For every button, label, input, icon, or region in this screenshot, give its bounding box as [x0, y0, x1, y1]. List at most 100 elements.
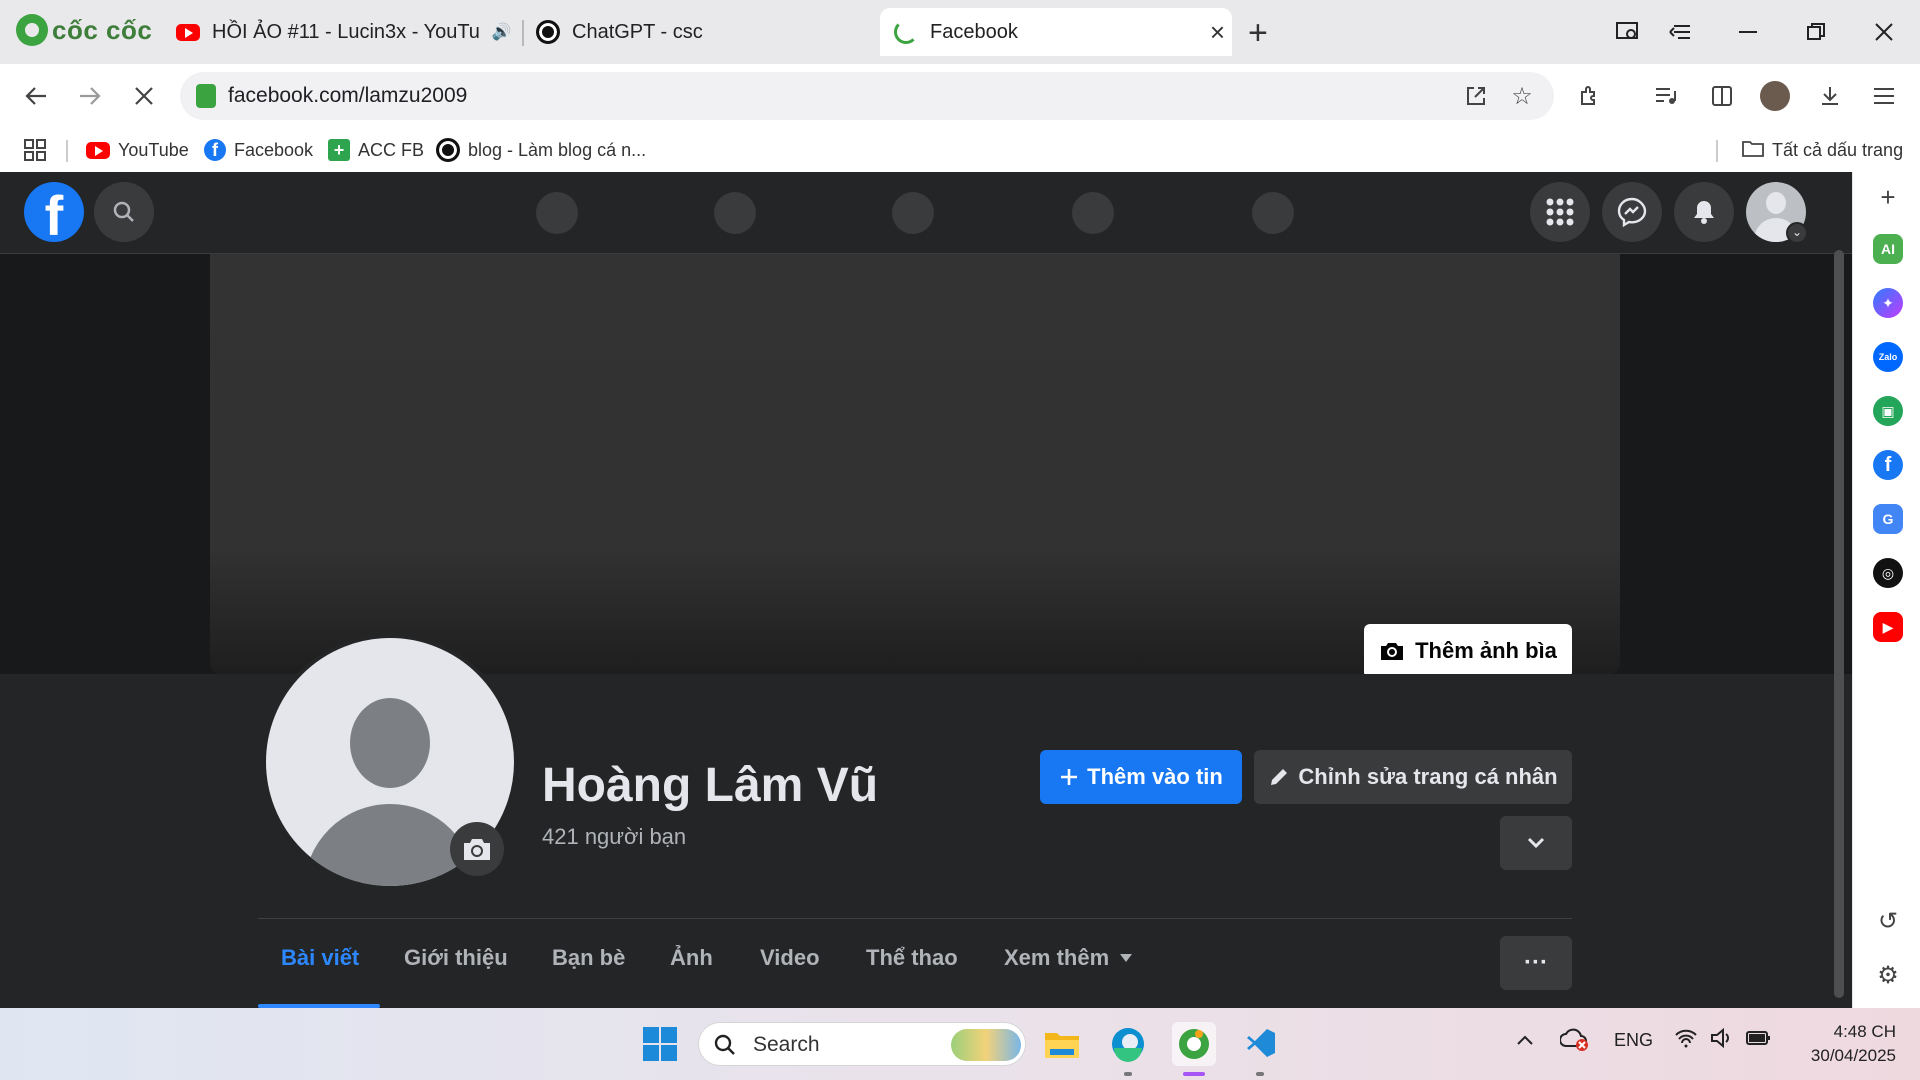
youtube-icon[interactable]: ▶	[1873, 612, 1903, 642]
pencil-icon	[1271, 769, 1288, 785]
input-language[interactable]: ENG	[1614, 1030, 1653, 1051]
profile-more-button[interactable]: ···	[1500, 936, 1572, 990]
chatgpt-icon[interactable]: ◎	[1873, 558, 1903, 588]
add-sidebar-icon[interactable]: +	[1873, 182, 1903, 212]
close-window-icon[interactable]	[1864, 12, 1904, 52]
zalo-icon[interactable]: Zalo	[1873, 342, 1903, 372]
minimize-icon[interactable]	[1728, 12, 1768, 52]
add-cover-photo-button[interactable]: Thêm ảnh bìa	[1364, 624, 1572, 678]
folder-icon	[1742, 139, 1764, 162]
menu-hamburger-icon[interactable]	[1864, 76, 1904, 116]
edge-browser-icon[interactable]	[1106, 1022, 1150, 1066]
address-bar[interactable]: facebook.com/lamzu2009 ☆	[180, 72, 1554, 120]
restore-icon[interactable]	[1796, 12, 1836, 52]
tab-title: ChatGPT - csc	[572, 20, 703, 43]
windows-start-icon[interactable]	[638, 1022, 682, 1066]
running-indicator	[1124, 1072, 1132, 1076]
tab-see-more[interactable]: Xem thêm	[1004, 936, 1133, 980]
facebook-logo-icon[interactable]: f	[24, 182, 84, 242]
nav-placeholder-icon[interactable]	[1252, 192, 1294, 234]
chatgpt-icon	[436, 138, 460, 162]
google-translate-icon[interactable]: G	[1873, 504, 1903, 534]
messenger-icon[interactable]: ✦	[1873, 288, 1903, 318]
tab-sports[interactable]: Thể thao	[866, 936, 958, 980]
screenshot-search-icon[interactable]	[1608, 12, 1648, 52]
browser-sidebar: + AI ✦ Zalo ▣ f G ◎ ▶ ↺ ⚙	[1852, 172, 1920, 1008]
bookmark-acc-fb[interactable]: + ACC FB	[328, 136, 424, 164]
back-arrow-icon[interactable]	[16, 76, 56, 116]
tab-videos[interactable]: Video	[760, 936, 820, 980]
running-indicator	[1256, 1072, 1264, 1076]
system-clock[interactable]: 4:48 CH 30/04/2025	[1796, 1020, 1896, 1068]
bookmark-blog[interactable]: blog - Làm blog cá n...	[436, 136, 646, 164]
speaker-icon[interactable]: 🔊	[492, 22, 512, 42]
browser-brand[interactable]: cốc cốc	[16, 14, 152, 46]
expand-profile-button[interactable]	[1500, 816, 1572, 870]
chevron-down-icon[interactable]: ⌄	[1786, 222, 1808, 244]
split-view-icon[interactable]	[1702, 76, 1742, 116]
update-profile-picture-button[interactable]	[450, 822, 504, 876]
tab-list-icon[interactable]	[1660, 12, 1700, 52]
active-app-indicator	[1183, 1072, 1205, 1076]
new-tab-button[interactable]: +	[1248, 14, 1268, 53]
profile-name: Hoàng Lâm Vũ	[542, 759, 879, 812]
file-explorer-icon[interactable]	[1040, 1022, 1084, 1066]
bookmarks-separator	[1716, 140, 1718, 162]
add-cover-photo-label: Thêm ảnh bìa	[1415, 638, 1557, 663]
facebook-search-button[interactable]	[94, 182, 154, 242]
tab-youtube[interactable]: HỒI ẢO #11 - Lucin3x - YouTu 🔊	[162, 8, 526, 56]
tab-posts[interactable]: Bài viết	[281, 936, 359, 980]
media-playlist-icon[interactable]	[1646, 76, 1686, 116]
battery-charging-icon[interactable]	[1746, 1028, 1772, 1053]
wifi-icon[interactable]	[1674, 1028, 1698, 1053]
stop-loading-icon[interactable]	[124, 76, 164, 116]
messenger-button[interactable]	[1602, 182, 1662, 242]
friends-count[interactable]: 421 người bạn	[542, 824, 686, 850]
search-highlight-image	[951, 1029, 1021, 1061]
facebook-page: f ⌄ Thêm ảnh bìa Hoàng Lâm Vũ 421 người …	[0, 172, 1852, 1008]
notifications-button[interactable]	[1674, 182, 1734, 242]
nav-placeholder-icon[interactable]	[1072, 192, 1114, 234]
add-to-story-label: Thêm vào tin	[1087, 764, 1223, 789]
coccoc-taskbar-icon[interactable]	[1172, 1022, 1216, 1066]
ai-assistant-icon[interactable]: AI	[1873, 234, 1903, 264]
plus-square-icon: +	[328, 139, 350, 161]
open-external-icon[interactable]	[1460, 80, 1492, 112]
page-scrollbar[interactable]	[1834, 250, 1844, 998]
apps-grid-icon[interactable]	[24, 136, 46, 164]
nav-placeholder-icon[interactable]	[536, 192, 578, 234]
bookmark-facebook[interactable]: f Facebook	[204, 136, 313, 164]
cloud-error-icon[interactable]	[1559, 1026, 1590, 1057]
bookmark-youtube[interactable]: YouTube	[86, 136, 189, 164]
menu-grid-button[interactable]	[1530, 182, 1590, 242]
download-icon[interactable]	[1810, 76, 1850, 116]
game-controller-icon[interactable]: ▣	[1873, 396, 1903, 426]
forward-arrow-icon[interactable]	[70, 76, 110, 116]
nav-placeholder-icon[interactable]	[714, 192, 756, 234]
extensions-icon[interactable]	[1570, 76, 1610, 116]
volume-icon[interactable]	[1710, 1027, 1734, 1053]
vscode-icon[interactable]	[1238, 1022, 1282, 1066]
show-hidden-icons-icon[interactable]	[1516, 1030, 1534, 1051]
close-tab-icon[interactable]: ×	[1210, 17, 1225, 48]
facebook-icon[interactable]: f	[1873, 450, 1903, 480]
history-icon[interactable]: ↺	[1873, 906, 1903, 936]
site-secure-icon[interactable]	[196, 84, 216, 108]
tab-friends[interactable]: Bạn bè	[552, 936, 625, 980]
bookmark-star-icon[interactable]: ☆	[1506, 80, 1538, 112]
edit-profile-button[interactable]: Chỉnh sửa trang cá nhân	[1254, 750, 1572, 804]
nav-placeholder-icon[interactable]	[892, 192, 934, 234]
tab-chatgpt[interactable]: ChatGPT - csc	[522, 8, 717, 56]
url-text[interactable]: facebook.com/lamzu2009	[228, 84, 467, 108]
add-to-story-button[interactable]: Thêm vào tin	[1040, 750, 1242, 804]
grid-dots-icon	[1546, 198, 1574, 226]
browser-profile-avatar[interactable]	[1760, 81, 1790, 111]
camera-icon	[1381, 643, 1404, 660]
tab-facebook-active[interactable]: Facebook ×	[880, 8, 1232, 56]
taskbar-search-box[interactable]: Search	[698, 1022, 1026, 1066]
settings-gear-icon[interactable]: ⚙	[1873, 960, 1903, 990]
tab-about[interactable]: Giới thiệu	[404, 936, 508, 980]
camera-icon	[464, 839, 490, 860]
tab-photos[interactable]: Ảnh	[670, 936, 713, 980]
all-bookmarks-folder[interactable]: Tất cả dấu trang	[1742, 136, 1903, 164]
